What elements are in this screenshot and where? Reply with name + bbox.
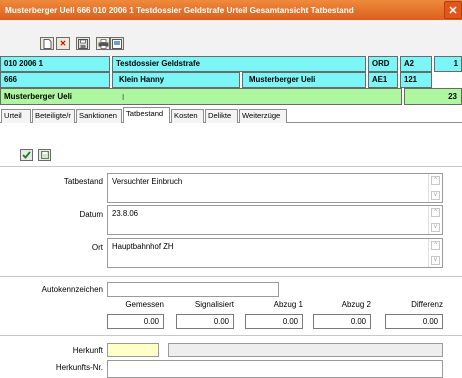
close-icon: ✕ xyxy=(448,4,458,17)
text-cursor-icon: I xyxy=(122,93,125,102)
person-name[interactable]: Musterberger Ueli I xyxy=(0,88,402,105)
tab-bar: Urteil Beteiligte/r Sanktionen Tatbestan… xyxy=(0,107,462,123)
tatbestand-scrollbar[interactable]: ^ v xyxy=(428,174,442,202)
herkunft-field[interactable] xyxy=(107,343,159,357)
differenz-label: Differenz xyxy=(411,300,443,309)
confirm-button[interactable] xyxy=(20,149,33,161)
person-row: Musterberger Ueli I 23 xyxy=(0,88,462,105)
ort-field[interactable]: Hauptbahnhof ZH ^ v xyxy=(107,238,443,268)
person-id: 666 xyxy=(0,72,110,88)
close-button[interactable]: ✕ xyxy=(444,1,462,19)
herkunft-description xyxy=(168,343,443,357)
autokennzeichen-label: Autokennzeichen xyxy=(41,285,103,294)
disk-icon xyxy=(40,151,49,159)
judge-name: Klein Hanny xyxy=(112,72,240,88)
scroll-up-icon[interactable]: ^ xyxy=(431,176,440,185)
scroll-down-icon[interactable]: v xyxy=(431,223,440,232)
gemessen-field[interactable]: 0.00 xyxy=(107,314,164,329)
scroll-down-icon[interactable]: v xyxy=(431,191,440,200)
abzug1-label: Abzug 1 xyxy=(273,300,303,309)
case-title: Testdossier Geldstrafe xyxy=(112,56,366,72)
tab-delikte[interactable]: Delikte xyxy=(205,109,238,123)
party-role: AE1 xyxy=(368,72,398,88)
datum-label: Datum xyxy=(79,210,103,219)
ort-scrollbar[interactable]: ^ v xyxy=(428,239,442,267)
save-record-button[interactable] xyxy=(38,149,51,161)
scroll-up-icon[interactable]: ^ xyxy=(431,241,440,250)
autokennzeichen-field[interactable] xyxy=(107,282,279,297)
scroll-up-icon[interactable]: ^ xyxy=(431,208,440,217)
header-row-2: 666 Klein Hanny Musterberger Ueli AE1 12… xyxy=(0,72,462,88)
case-code: ORD xyxy=(368,56,398,72)
tab-weiterzuege[interactable]: Weiterzüge xyxy=(239,109,287,123)
party-number: 121 xyxy=(400,72,432,88)
tab-kosten[interactable]: Kosten xyxy=(171,109,204,123)
checkmark-icon xyxy=(22,151,31,159)
tab-urteil[interactable]: Urteil xyxy=(1,109,31,123)
party-name: Musterberger Ueli xyxy=(242,72,366,88)
herkunft-label: Herkunft xyxy=(72,346,103,355)
herkunfts-nr-field[interactable] xyxy=(107,360,443,378)
gemessen-label: Gemessen xyxy=(125,300,164,309)
differenz-field[interactable]: 0.00 xyxy=(385,314,443,329)
toolbar: ✕ xyxy=(0,20,462,56)
divider xyxy=(0,166,462,167)
preview-icon[interactable] xyxy=(110,37,124,50)
save-icon[interactable] xyxy=(76,37,90,50)
abzug2-label: Abzug 2 xyxy=(341,300,371,309)
case-number: 010 2006 1 xyxy=(0,56,110,72)
abzug2-field[interactable]: 0.00 xyxy=(313,314,371,329)
tab-beteiligte[interactable]: Beteiligte/r xyxy=(32,109,75,123)
ort-label: Ort xyxy=(91,243,103,252)
herkunfts-nr-label: Herkunfts-Nr. xyxy=(55,363,103,372)
divider xyxy=(0,276,462,277)
tatbestand-field[interactable]: Versuchter Einbruch ^ v xyxy=(107,173,443,203)
print-icon[interactable] xyxy=(96,37,110,50)
divider xyxy=(0,335,462,336)
case-sequence: 1 xyxy=(434,56,462,72)
datum-scrollbar[interactable]: ^ v xyxy=(428,206,442,234)
header-row-1: 010 2006 1 Testdossier Geldstrafe ORD A2… xyxy=(0,56,462,72)
scroll-down-icon[interactable]: v xyxy=(431,256,440,265)
tab-sanktionen[interactable]: Sanktionen xyxy=(76,109,122,123)
tab-tatbestand[interactable]: Tatbestand xyxy=(123,107,170,123)
datum-field[interactable]: 23.8.06 ^ v xyxy=(107,205,443,235)
delete-icon[interactable]: ✕ xyxy=(56,37,70,50)
person-count: 23 xyxy=(404,88,462,105)
title-bar: Musterberger Ueli 666 010 2006 1 Testdos… xyxy=(0,0,462,20)
window-title: Musterberger Ueli 666 010 2006 1 Testdos… xyxy=(5,5,354,15)
new-icon[interactable] xyxy=(40,37,54,50)
signalisiert-label: Signalisiert xyxy=(194,300,234,309)
signalisiert-field[interactable]: 0.00 xyxy=(176,314,234,329)
case-section: A2 xyxy=(400,56,432,72)
abzug1-field[interactable]: 0.00 xyxy=(245,314,303,329)
tatbestand-label: Tatbestand xyxy=(63,177,103,186)
